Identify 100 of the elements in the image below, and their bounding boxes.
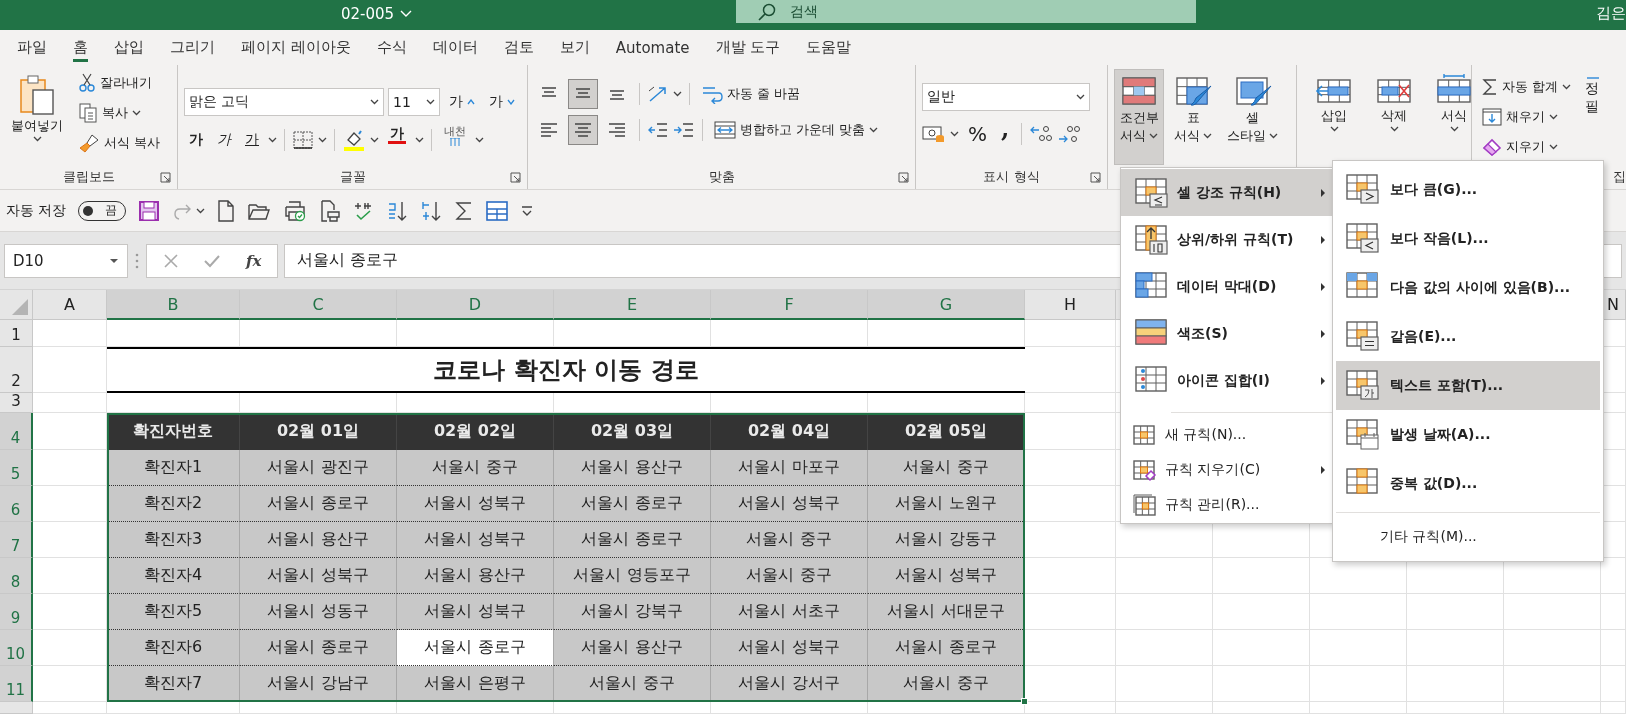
table-cell[interactable]: 서울시 성북구 — [397, 486, 554, 522]
table-cell[interactable]: 서울시 종로구 — [554, 486, 711, 522]
paste-button[interactable]: 붙여넣기 — [6, 69, 68, 165]
table-icon[interactable] — [485, 199, 510, 222]
row-header[interactable]: 11 — [0, 666, 33, 702]
ribbon-tab[interactable]: 홈 — [60, 30, 101, 65]
caret-icon[interactable] — [196, 207, 206, 214]
user-name[interactable]: 김은 — [1596, 4, 1626, 23]
align-button[interactable] — [568, 79, 598, 109]
column-header[interactable]: H — [1025, 290, 1116, 320]
table-cell[interactable]: 서울시 용산구 — [554, 630, 711, 666]
empty-cell[interactable] — [554, 702, 711, 714]
table-cell[interactable]: 서울시 강동구 — [868, 522, 1025, 558]
cancel-icon[interactable] — [163, 252, 179, 269]
print-preview-icon[interactable] — [283, 199, 308, 222]
empty-cell[interactable] — [1601, 666, 1626, 702]
menu-item[interactable]: 규칙 지우기(C) — [1121, 452, 1332, 487]
menu-item[interactable]: 기타 규칙(M)... — [1336, 517, 1600, 557]
dialog-launcher-icon[interactable] — [160, 172, 171, 183]
fill-button[interactable]: 채우기 — [1478, 103, 1576, 130]
empty-cell[interactable] — [1407, 594, 1504, 630]
ribbon-tab[interactable]: 검토 — [490, 30, 547, 65]
table-cell[interactable]: 서울시 은평구 — [397, 666, 554, 702]
empty-cell[interactable] — [1504, 630, 1601, 666]
table-cell[interactable]: 서울시 성북구 — [711, 486, 868, 522]
empty-cell[interactable] — [1601, 594, 1626, 630]
fill-handle[interactable] — [1021, 698, 1028, 705]
font-name-field[interactable]: 맑은 고딕 — [184, 88, 384, 116]
autosum-button[interactable]: 자동 합계 — [1478, 73, 1576, 100]
table-cell[interactable]: 확진자4 — [107, 558, 240, 594]
borders-icon[interactable] — [292, 130, 314, 150]
ribbon-tab[interactable]: 도움말 — [793, 30, 865, 65]
fill-color-icon[interactable] — [342, 128, 366, 152]
table-cell[interactable]: 서울시 중구 — [397, 450, 554, 486]
empty-cell[interactable] — [1025, 320, 1116, 347]
table-cell[interactable]: 서울시 종로구 — [397, 630, 554, 666]
format-painter-button[interactable]: 서식 복사 — [74, 129, 165, 156]
decrease-font-size-button[interactable]: 가 — [484, 87, 520, 117]
search-field[interactable]: 검색 — [736, 0, 1196, 23]
row-header[interactable]: 7 — [0, 522, 33, 558]
increase-indent-icon[interactable] — [673, 121, 695, 139]
menu-item[interactable]: 중복 값(D)... — [1336, 459, 1600, 508]
empty-cell[interactable] — [1407, 666, 1504, 702]
empty-cell[interactable] — [1504, 666, 1601, 702]
sigma-icon[interactable] — [455, 200, 474, 221]
caret-icon[interactable] — [673, 91, 682, 97]
style-button[interactable]: 표 서식 — [1168, 69, 1218, 165]
table-cell[interactable]: 서울시 종로구 — [240, 630, 397, 666]
row-header[interactable]: 6 — [0, 486, 33, 522]
empty-cell[interactable] — [107, 702, 240, 714]
font-size-field[interactable]: 11 — [388, 88, 440, 116]
decrease-decimal-icon[interactable] — [1057, 124, 1082, 144]
caret-icon[interactable] — [950, 131, 959, 137]
style-button[interactable]: 셀 스타일 — [1222, 69, 1283, 165]
ribbon-tab[interactable]: 개발 도구 — [702, 30, 794, 65]
caret-icon[interactable] — [370, 137, 379, 143]
empty-cell[interactable] — [1213, 594, 1310, 630]
caret-icon[interactable] — [475, 137, 484, 143]
empty-cell[interactable] — [1116, 594, 1213, 630]
table-cell[interactable]: 서울시 용산구 — [397, 558, 554, 594]
decrease-indent-icon[interactable] — [647, 121, 669, 139]
increase-decimal-icon[interactable] — [1029, 124, 1054, 144]
table-cell[interactable]: 서울시 영등포구 — [554, 558, 711, 594]
clear-button[interactable]: 지우기 — [1478, 133, 1576, 160]
column-header[interactable]: G — [868, 290, 1025, 320]
empty-cell[interactable] — [1407, 702, 1504, 714]
font-color-button[interactable]: 가 — [383, 125, 411, 155]
column-header[interactable]: E — [554, 290, 711, 320]
empty-cell[interactable] — [240, 702, 397, 714]
table-cell[interactable]: 확진자2 — [107, 486, 240, 522]
more-options-icon[interactable] — [134, 251, 140, 270]
table-cell[interactable]: 확진자5 — [107, 594, 240, 630]
table-cell[interactable]: 서울시 마포구 — [711, 450, 868, 486]
merge-center-button[interactable]: 병합하고 가운데 맞춤 — [710, 116, 883, 144]
underline-button[interactable]: 가 — [240, 125, 264, 155]
menu-item[interactable]: 아이콘 집합(I) — [1121, 357, 1332, 404]
bold-button[interactable]: 가 — [184, 125, 208, 155]
number-format-field[interactable]: 일반 — [922, 83, 1090, 111]
ribbon-tab[interactable]: 파일 — [4, 30, 60, 65]
caret-icon[interactable] — [415, 137, 424, 143]
empty-cell[interactable] — [1601, 630, 1626, 666]
percent-button[interactable]: % — [963, 119, 992, 149]
sort-filter-label[interactable]: 정 — [1585, 79, 1600, 98]
menu-item[interactable]: 규칙 관리(R)... — [1121, 487, 1332, 522]
empty-cell[interactable] — [1504, 702, 1601, 714]
empty-cell[interactable] — [1310, 594, 1407, 630]
save-icon[interactable] — [138, 199, 161, 222]
ribbon-tab[interactable]: 수식 — [363, 30, 420, 65]
table-cell[interactable]: 확진자1 — [107, 450, 240, 486]
table-cell[interactable]: 서울시 중구 — [868, 450, 1025, 486]
menu-item[interactable]: 보다 큼(G)... — [1336, 165, 1600, 214]
row-header[interactable]: 4 — [0, 413, 33, 450]
table-cell[interactable]: 서울시 노원구 — [868, 486, 1025, 522]
ribbon-tab[interactable]: 페이지 레이아웃 — [228, 30, 364, 65]
style-button[interactable]: 조건부 서식 — [1114, 69, 1164, 165]
caret-icon[interactable] — [318, 137, 327, 143]
column-header[interactable]: B — [107, 290, 240, 320]
table-cell[interactable]: 확진자6 — [107, 630, 240, 666]
table-cell[interactable]: 서울시 성북구 — [711, 630, 868, 666]
new-document-icon[interactable] — [217, 199, 236, 222]
